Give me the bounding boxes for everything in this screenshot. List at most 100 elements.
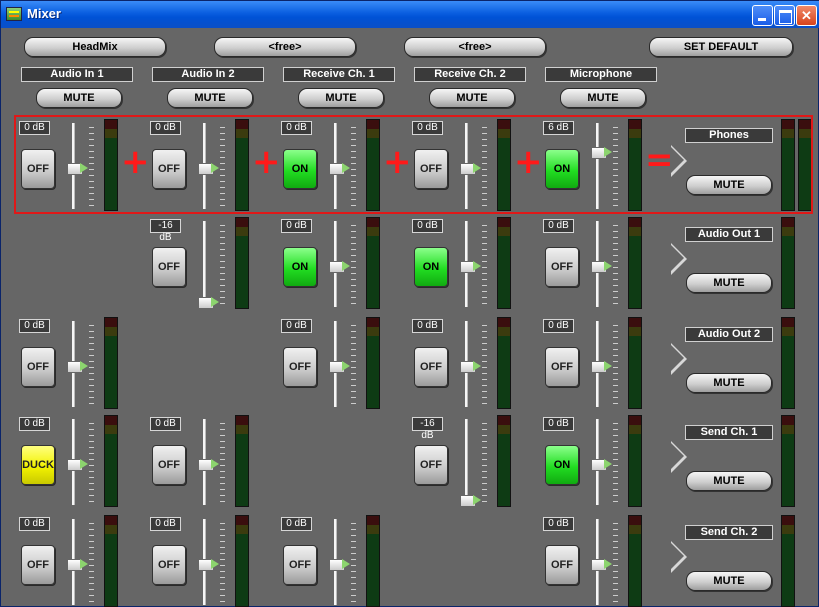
- fader-scale: [482, 225, 487, 305]
- mute-button-audio-in-2[interactable]: MUTE: [167, 88, 253, 108]
- level-meter: [104, 515, 118, 607]
- gain-readout: 0 dB: [281, 219, 312, 233]
- route-toggle-audio-out-2-receive-ch-1[interactable]: OFF: [283, 347, 317, 387]
- gain-readout: 0 dB: [281, 319, 312, 333]
- fader-scale: [351, 523, 356, 603]
- mute-button-audio-in-1[interactable]: MUTE: [36, 88, 122, 108]
- output-meter: [781, 317, 795, 409]
- fader-knob-audio-out-1-receive-ch-1[interactable]: [329, 261, 350, 273]
- route-toggle-audio-out-2-audio-in-1[interactable]: OFF: [21, 347, 55, 387]
- fader-scale: [351, 325, 356, 405]
- level-meter: [235, 415, 249, 507]
- level-meter: [235, 217, 249, 309]
- level-meter: [628, 217, 642, 309]
- fader-track[interactable]: [465, 419, 468, 505]
- gain-readout: -16 dB: [412, 417, 443, 441]
- route-toggle-send-ch-2-microphone[interactable]: OFF: [545, 545, 579, 585]
- gain-readout: 0 dB: [543, 219, 574, 233]
- route-toggle-audio-out-1-receive-ch-1[interactable]: ON: [283, 247, 317, 287]
- fader-knob-send-ch-2-audio-in-1[interactable]: [67, 559, 88, 571]
- route-toggle-audio-out-1-receive-ch-2[interactable]: ON: [414, 247, 448, 287]
- fader-knob-audio-out-1-receive-ch-2[interactable]: [460, 261, 481, 273]
- route-arrow-icon: [671, 343, 689, 381]
- input-label-audio-in-2: Audio In 2: [152, 67, 264, 82]
- fader-knob-send-ch-1-receive-ch-2[interactable]: [460, 495, 481, 507]
- level-meter: [628, 415, 642, 507]
- mute-button-audio-out-2[interactable]: MUTE: [686, 373, 772, 393]
- level-meter: [366, 217, 380, 309]
- fader-knob-send-ch-1-audio-in-1[interactable]: [67, 459, 88, 471]
- route-toggle-audio-out-2-microphone[interactable]: OFF: [545, 347, 579, 387]
- route-toggle-send-ch-2-audio-in-2[interactable]: OFF: [152, 545, 186, 585]
- gain-readout: 0 dB: [150, 517, 181, 531]
- fader-track[interactable]: [203, 221, 206, 307]
- fader-knob-audio-out-1-microphone[interactable]: [591, 261, 612, 273]
- mute-button-microphone[interactable]: MUTE: [560, 88, 646, 108]
- fader-knob-send-ch-2-microphone[interactable]: [591, 559, 612, 571]
- gain-readout: 0 dB: [19, 319, 50, 333]
- fader-scale: [482, 423, 487, 503]
- title-bar[interactable]: Mixer: [1, 1, 819, 28]
- fader-knob-send-ch-1-microphone[interactable]: [591, 459, 612, 471]
- fader-knob-send-ch-1-audio-in-2[interactable]: [198, 459, 219, 471]
- fader-scale: [220, 225, 225, 305]
- route-toggle-send-ch-2-receive-ch-1[interactable]: OFF: [283, 545, 317, 585]
- route-toggle-audio-out-1-microphone[interactable]: OFF: [545, 247, 579, 287]
- route-toggle-audio-out-1-audio-in-2[interactable]: OFF: [152, 247, 186, 287]
- route-toggle-send-ch-1-audio-in-2[interactable]: OFF: [152, 445, 186, 485]
- gain-readout: 0 dB: [543, 319, 574, 333]
- fader-knob-audio-out-2-receive-ch-1[interactable]: [329, 361, 350, 373]
- phones-row-highlight: [14, 115, 813, 214]
- gain-readout: 0 dB: [543, 417, 574, 431]
- route-arrow-icon: [671, 243, 689, 281]
- mute-button-send-ch-1[interactable]: MUTE: [686, 471, 772, 491]
- fader-knob-audio-out-2-microphone[interactable]: [591, 361, 612, 373]
- level-meter: [628, 317, 642, 409]
- route-toggle-send-ch-1-receive-ch-2[interactable]: OFF: [414, 445, 448, 485]
- fader-knob-audio-out-2-receive-ch-2[interactable]: [460, 361, 481, 373]
- level-meter: [235, 515, 249, 607]
- mute-button-receive-ch-1[interactable]: MUTE: [298, 88, 384, 108]
- set-default-button[interactable]: SET DEFAULT: [649, 37, 793, 57]
- output-meter: [781, 515, 795, 607]
- gain-readout: 0 dB: [281, 517, 312, 531]
- gain-readout: 0 dB: [543, 517, 574, 531]
- app-icon: [6, 7, 22, 21]
- headmix-button[interactable]: HeadMix: [24, 37, 166, 57]
- mute-button-receive-ch-2[interactable]: MUTE: [429, 88, 515, 108]
- route-arrow-icon: [671, 441, 689, 479]
- free-button-2[interactable]: <free>: [404, 37, 546, 57]
- route-toggle-send-ch-2-audio-in-1[interactable]: OFF: [21, 545, 55, 585]
- free-button-1[interactable]: <free>: [214, 37, 356, 57]
- route-toggle-send-ch-1-microphone[interactable]: ON: [545, 445, 579, 485]
- fader-scale: [613, 225, 618, 305]
- gain-readout: 0 dB: [19, 417, 50, 431]
- output-meter: [781, 217, 795, 309]
- mute-button-audio-out-1[interactable]: MUTE: [686, 273, 772, 293]
- route-toggle-send-ch-1-audio-in-1[interactable]: DUCK: [21, 445, 55, 485]
- level-meter: [497, 317, 511, 409]
- fader-scale: [89, 523, 94, 603]
- minimize-icon[interactable]: [752, 5, 773, 26]
- fader-scale: [89, 325, 94, 405]
- fader-knob-audio-out-2-audio-in-1[interactable]: [67, 361, 88, 373]
- route-toggle-audio-out-2-receive-ch-2[interactable]: OFF: [414, 347, 448, 387]
- fader-knob-send-ch-2-audio-in-2[interactable]: [198, 559, 219, 571]
- level-meter: [628, 515, 642, 607]
- close-icon[interactable]: [796, 5, 817, 26]
- level-meter: [366, 317, 380, 409]
- input-label-receive-ch-2: Receive Ch. 2: [414, 67, 526, 82]
- fader-knob-audio-out-1-audio-in-2[interactable]: [198, 297, 219, 309]
- level-meter: [104, 415, 118, 507]
- gain-readout: 0 dB: [412, 319, 443, 333]
- window-title: Mixer: [27, 6, 61, 21]
- fader-scale: [89, 423, 94, 503]
- output-label-audio-out-1: Audio Out 1: [685, 227, 773, 242]
- fader-knob-send-ch-2-receive-ch-1[interactable]: [329, 559, 350, 571]
- maximize-icon[interactable]: [774, 5, 795, 26]
- mixer-window: Mixer HeadMix <free> <free> SET DEFAULT …: [0, 0, 819, 607]
- output-label-send-ch-2: Send Ch. 2: [685, 525, 773, 540]
- mute-button-send-ch-2[interactable]: MUTE: [686, 571, 772, 591]
- level-meter: [366, 515, 380, 607]
- level-meter: [497, 217, 511, 309]
